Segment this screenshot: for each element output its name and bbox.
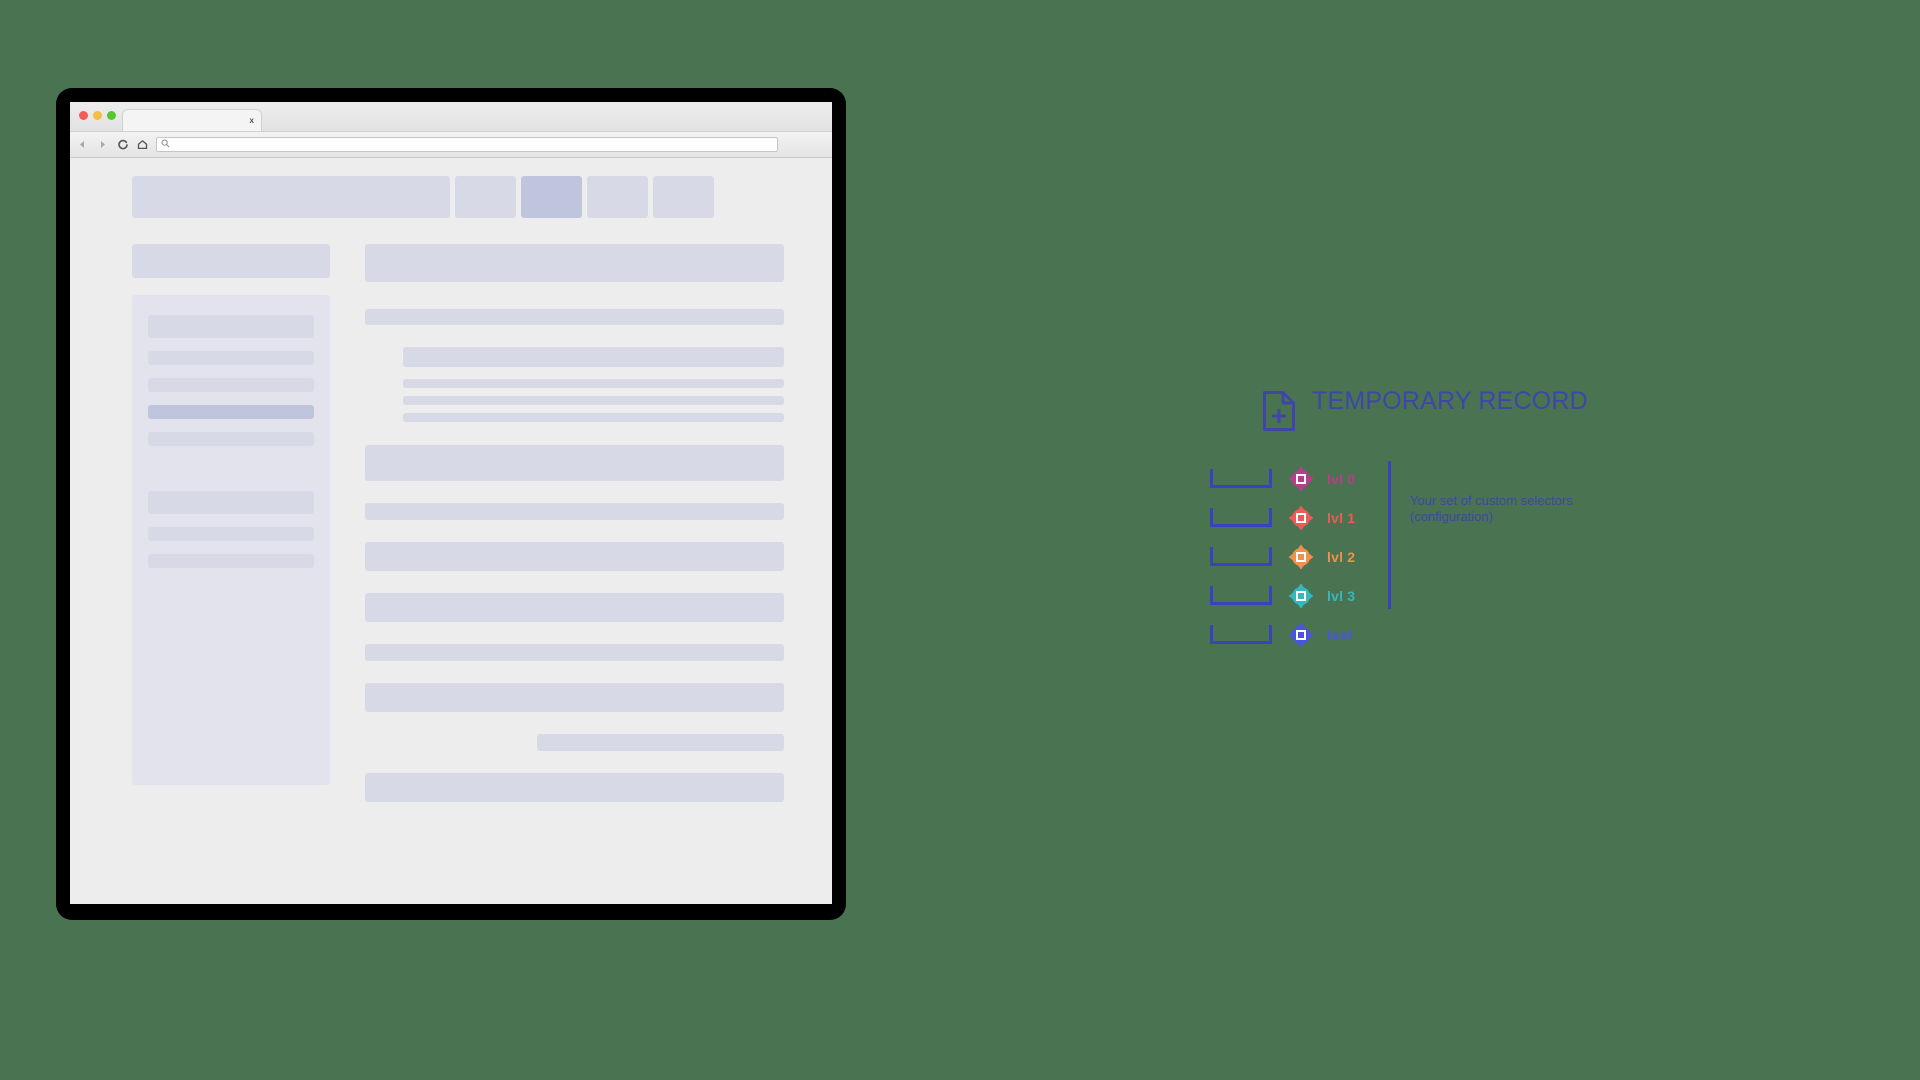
selector-bracket-0 (1210, 469, 1272, 488)
close-icon[interactable]: x (250, 116, 254, 125)
sidebar-item-a3[interactable] (148, 378, 314, 392)
content-block-7-offset (537, 734, 784, 751)
annotation-panel: TEMPORARY RECORD lvl 0 lvl 1 lvl 2 lvl 3… (1210, 388, 1630, 654)
sidebar-column (132, 244, 330, 824)
search-icon (161, 139, 170, 150)
selector-bracket-4 (1210, 625, 1272, 644)
selector-bracket-2 (1210, 547, 1272, 566)
document-plus-icon (1262, 390, 1296, 437)
selector-label-text: text (1327, 626, 1353, 643)
content-subtitle-placeholder (365, 309, 784, 325)
reload-icon[interactable] (116, 138, 129, 151)
nav-item-2-active[interactable] (521, 176, 582, 218)
target-square-icon[interactable] (1288, 583, 1314, 609)
nav-item-4[interactable] (653, 176, 714, 218)
content-block-2 (365, 503, 784, 520)
selector-label-lvl-3: lvl 3 (1327, 587, 1356, 604)
annotation-title: TEMPORARY RECORD (1312, 387, 1588, 415)
traffic-light-group (79, 102, 116, 131)
sidebar-panel (132, 295, 330, 785)
content-block-8 (365, 773, 784, 802)
window-close-button[interactable] (79, 110, 88, 120)
sidebar-item-a2[interactable] (148, 351, 314, 365)
content-block-4 (365, 593, 784, 622)
sidebar-item-b1[interactable] (148, 491, 314, 514)
sidebar-item-b2[interactable] (148, 527, 314, 541)
sidebar-item-b3[interactable] (148, 554, 314, 568)
top-navigation-skeleton (70, 176, 832, 218)
window-maximize-button[interactable] (107, 110, 116, 120)
target-square-icon[interactable] (1288, 544, 1314, 570)
content-hero-placeholder (365, 244, 784, 282)
selector-bracket-1 (1210, 508, 1272, 527)
back-arrow-icon[interactable] (76, 138, 89, 151)
selector-row-text[interactable]: text (1210, 615, 1630, 654)
content-indent-line-2 (403, 396, 784, 405)
browser-toolbar (70, 132, 832, 158)
annotation-header: TEMPORARY RECORD (1210, 388, 1630, 437)
sidebar-group-spacer (148, 459, 314, 491)
sidebar-item-a1[interactable] (148, 315, 314, 338)
sidebar-item-a4-active[interactable] (148, 405, 314, 419)
page-body-columns (70, 218, 832, 824)
nav-brand-placeholder[interactable] (132, 176, 450, 218)
nav-item-1[interactable] (455, 176, 516, 218)
column-gap (330, 244, 365, 824)
content-column (365, 244, 784, 824)
annotation-note: Your set of custom selectors (configurat… (1410, 493, 1573, 525)
home-icon[interactable] (136, 138, 149, 151)
selector-label-lvl-2: lvl 2 (1327, 548, 1356, 565)
target-square-icon[interactable] (1288, 466, 1314, 492)
address-search-input[interactable] (156, 137, 778, 152)
browser-inner: x (70, 102, 832, 904)
page-viewport (70, 158, 832, 904)
annotation-divider (1388, 461, 1391, 609)
content-block-5 (365, 644, 784, 661)
nav-item-3[interactable] (587, 176, 648, 218)
content-block-1 (365, 445, 784, 481)
selector-row-lvl-2[interactable]: lvl 2 (1210, 537, 1630, 576)
content-indent-heading (403, 347, 784, 367)
browser-tab[interactable]: x (122, 109, 262, 131)
content-block-6 (365, 683, 784, 712)
selector-list: lvl 0 lvl 1 lvl 2 lvl 3 text Your set of… (1210, 459, 1630, 654)
forward-arrow-icon[interactable] (96, 138, 109, 151)
browser-window: x (56, 88, 846, 920)
selector-label-lvl-1: lvl 1 (1327, 509, 1356, 526)
content-indented-group (365, 347, 784, 422)
window-minimize-button[interactable] (93, 110, 102, 120)
content-indent-line-3 (403, 413, 784, 422)
target-square-icon[interactable] (1288, 505, 1314, 531)
content-indent-line-1 (403, 379, 784, 388)
sidebar-title-placeholder (132, 244, 330, 278)
selector-bracket-3 (1210, 586, 1272, 605)
sidebar-item-a5[interactable] (148, 432, 314, 446)
target-square-icon[interactable] (1288, 622, 1314, 648)
selector-label-lvl-0: lvl 0 (1327, 470, 1356, 487)
selector-row-lvl-3[interactable]: lvl 3 (1210, 576, 1630, 615)
content-block-3 (365, 542, 784, 571)
browser-tab-strip: x (70, 102, 832, 132)
